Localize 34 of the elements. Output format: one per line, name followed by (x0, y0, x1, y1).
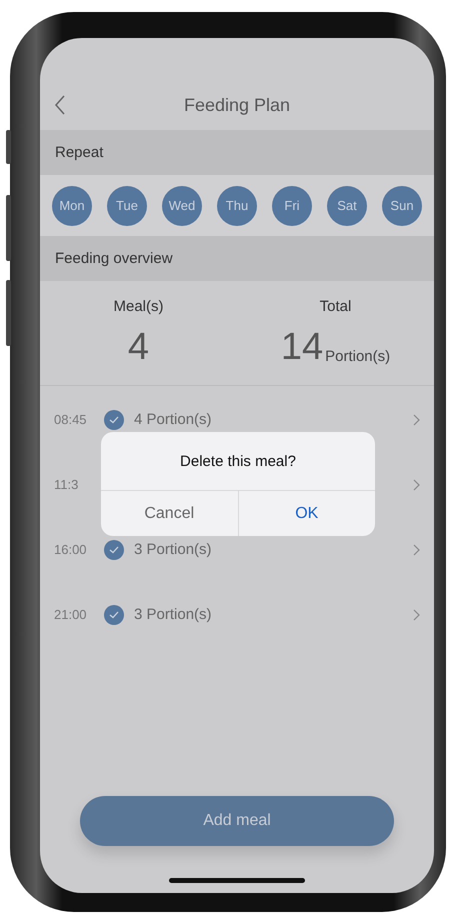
clock-icon (104, 410, 124, 430)
stat-label: Total (320, 298, 352, 315)
back-icon[interactable] (54, 95, 66, 115)
chevron-icon[interactable] (413, 544, 420, 556)
stat-label: Meal(s) (113, 298, 164, 315)
clock-icon (104, 540, 124, 560)
chevron-icon[interactable] (413, 414, 420, 426)
day-toggle[interactable]: Sat (327, 186, 367, 226)
section-header: Feeding overview (40, 236, 434, 281)
chevron-icon[interactable] (413, 608, 420, 620)
chevron-icon[interactable] (413, 478, 420, 490)
clock-icon (104, 604, 124, 624)
day-toggle[interactable]: Sun (382, 186, 422, 226)
meal-portions: 3 Portion(s) (134, 541, 212, 558)
add-meal-button[interactable]: Add meal (80, 796, 394, 846)
section-header: Repeat (40, 130, 434, 175)
day-toggle[interactable]: Mon (52, 186, 92, 226)
meal-time: 16:00 (54, 542, 88, 557)
dialog-button[interactable]: OK (238, 491, 375, 536)
unit-label: Portion(s) (325, 348, 390, 365)
dialog-message: Delete this meal? (180, 452, 296, 470)
screen-title: Feeding Plan (184, 94, 290, 116)
day-toggle[interactable]: Tue (107, 186, 147, 226)
meal-time: 11:3 (54, 477, 80, 492)
day-toggle[interactable]: Fri (272, 186, 312, 226)
day-toggle[interactable]: Wed (162, 186, 202, 226)
meal-count: 4 (128, 327, 150, 367)
portion-total: 14 (280, 327, 324, 367)
meal-time: 08:45 (54, 412, 88, 427)
meal-portions: 3 Portion(s) (134, 606, 212, 623)
meal-time: 21:00 (54, 607, 88, 622)
dialog-button[interactable]: Cancel (101, 491, 238, 536)
meal-portions: 4 Portion(s) (134, 411, 212, 428)
day-toggle[interactable]: Thu (217, 186, 257, 226)
